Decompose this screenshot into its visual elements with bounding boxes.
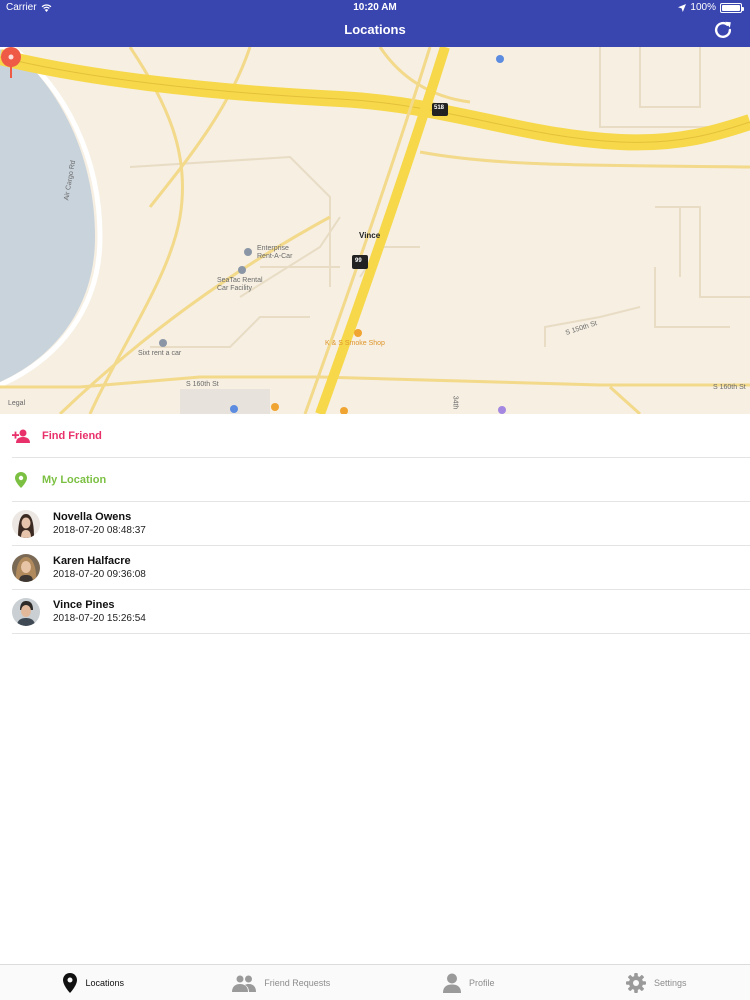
enterprise-poi-label: Enterprise Rent-A-Car: [257, 245, 293, 260]
sixt-poi-label: Sixt rent a car: [138, 350, 182, 357]
street-34th-label: 34th: [451, 395, 459, 410]
status-right: 100%: [678, 2, 744, 13]
tab-friend-requests[interactable]: Friend Requests: [188, 965, 376, 1000]
seatac-poi-label: SeaTac Rental Car Facility: [217, 277, 263, 292]
friend-name: Karen Halfacre: [53, 554, 131, 567]
smoke-shop-poi-label: K & S Smoke Shop: [325, 340, 385, 347]
friend-text: Novella Owens 2018-07-20 08:48:37: [53, 510, 146, 538]
people-icon: [232, 975, 257, 992]
tab-settings[interactable]: Settings: [563, 965, 750, 1000]
friend-name: Novella Owens: [53, 510, 132, 523]
friend-row-karen[interactable]: Karen Halfacre 2018-07-20 09:36:08: [12, 546, 750, 590]
battery-icon: [720, 2, 744, 13]
refresh-icon[interactable]: [712, 19, 734, 41]
map-view[interactable]: 518 99 Air Cargo Rd Enterprise Rent-A-Ca…: [0, 47, 750, 414]
friend-timestamp: 2018-07-20 15:26:54: [53, 612, 146, 624]
tab-friend-requests-label: Friend Requests: [264, 977, 331, 988]
tab-bar: Locations Friend Requests Profile Settin…: [0, 964, 750, 1000]
app: Carrier 10:20 AM 100% Locations 518 99 A…: [0, 0, 750, 1000]
avatar: [12, 553, 40, 582]
friend-row-novella[interactable]: Novella Owens 2018-07-20 08:48:37: [12, 502, 750, 546]
tab-profile[interactable]: Profile: [375, 965, 563, 1000]
friend-text: Karen Halfacre 2018-07-20 09:36:08: [53, 554, 146, 582]
status-bar: Carrier 10:20 AM 100%: [0, 0, 750, 16]
map-legal-link[interactable]: Legal: [8, 400, 25, 407]
friend-timestamp: 2018-07-20 09:36:08: [53, 568, 146, 580]
page-title: Locations: [344, 22, 406, 37]
map-marker-icon: [63, 972, 78, 993]
avatar: [12, 509, 40, 538]
tab-profile-label: Profile: [468, 977, 495, 988]
hwy-99-label: 99: [355, 258, 362, 264]
my-location-row[interactable]: My Location: [12, 458, 750, 502]
locations-list: Find Friend My Location Novella Owens 20…: [0, 414, 750, 634]
street-160th-left-label: S 160th St: [186, 381, 219, 388]
hwy-518-label: 518: [434, 105, 445, 111]
person-icon: [442, 973, 461, 993]
friend-text: Vince Pines 2018-07-20 15:26:54: [53, 598, 146, 626]
person-add-icon: [12, 427, 30, 445]
friend-timestamp: 2018-07-20 08:48:37: [53, 524, 146, 536]
friend-row-vince[interactable]: Vince Pines 2018-07-20 15:26:54: [12, 590, 750, 634]
location-arrow-icon: [678, 3, 687, 12]
battery-percent: 100%: [690, 2, 716, 13]
friend-name: Vince Pines: [53, 598, 115, 611]
find-friend-label: Find Friend: [42, 429, 102, 442]
my-location-label: My Location: [42, 473, 107, 486]
gear-icon: [625, 972, 646, 993]
location-pin-icon: [12, 471, 30, 489]
tab-locations-label: Locations: [85, 977, 125, 988]
street-160th-right-label: S 160th St: [713, 384, 746, 391]
tab-locations[interactable]: Locations: [0, 965, 188, 1000]
find-friend-row[interactable]: Find Friend: [12, 414, 750, 458]
status-time: 10:20 AM: [353, 2, 397, 13]
tab-settings-label: Settings: [653, 977, 687, 988]
map-pin-label: Vince: [359, 231, 381, 240]
map-pin-vince-icon[interactable]: [0, 47, 22, 79]
avatar: [12, 597, 40, 626]
nav-header: Carrier 10:20 AM 100% Locations: [0, 0, 750, 47]
